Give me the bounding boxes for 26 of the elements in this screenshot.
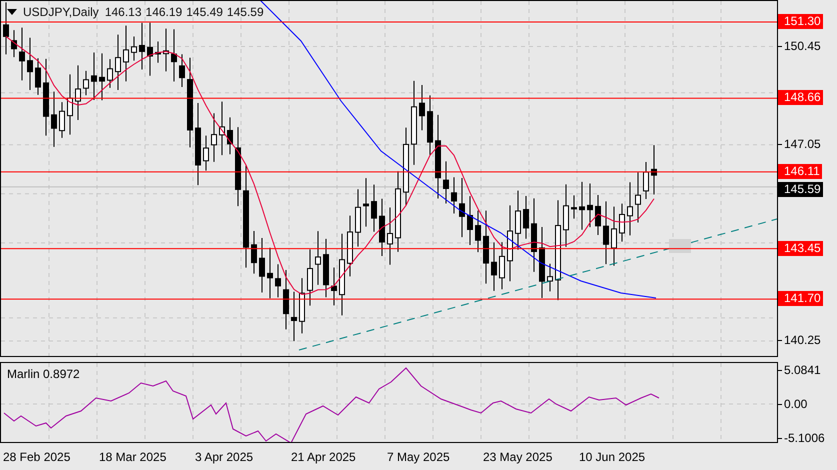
- price-tick: 150.45: [784, 38, 821, 53]
- level-price-label: 143.45: [778, 240, 823, 256]
- date-label: 18 Mar 2025: [99, 450, 168, 464]
- indicator-tick: -5.1006: [784, 431, 825, 445]
- date-label: 28 Feb 2025: [3, 450, 72, 464]
- level-price-label: 146.11: [778, 164, 822, 179]
- date-label: 23 May 2025: [483, 450, 554, 464]
- date-label: 10 Jun 2025: [579, 450, 646, 464]
- indicator-title: Marlin 0.8972: [7, 367, 80, 381]
- level-price-label: 151.30: [778, 14, 823, 29]
- ohlc-value: 145.59: [226, 5, 264, 19]
- level-price-label: 148.66: [778, 90, 823, 106]
- ohlc-value: 146.19: [146, 5, 182, 19]
- dropdown-triangle-icon[interactable]: [7, 9, 17, 15]
- ohlc-value: 146.13: [104, 5, 142, 19]
- level-price-label: 141.70: [778, 291, 823, 306]
- symbol-label: USDJPY,Daily: [23, 5, 99, 19]
- date-label: 7 May 2025: [387, 450, 451, 464]
- price-tick: 140.25: [784, 333, 821, 347]
- current-price-label: 145.59: [778, 182, 823, 197]
- ohlc-value: 145.49: [186, 5, 223, 19]
- date-label: 3 Apr 2025: [195, 450, 254, 464]
- indicator-tick: 5.0841: [784, 363, 821, 377]
- indicator-tick: 0.00: [784, 397, 808, 411]
- date-label: 21 Apr 2025: [291, 450, 357, 464]
- price-tick: 147.05: [784, 136, 821, 151]
